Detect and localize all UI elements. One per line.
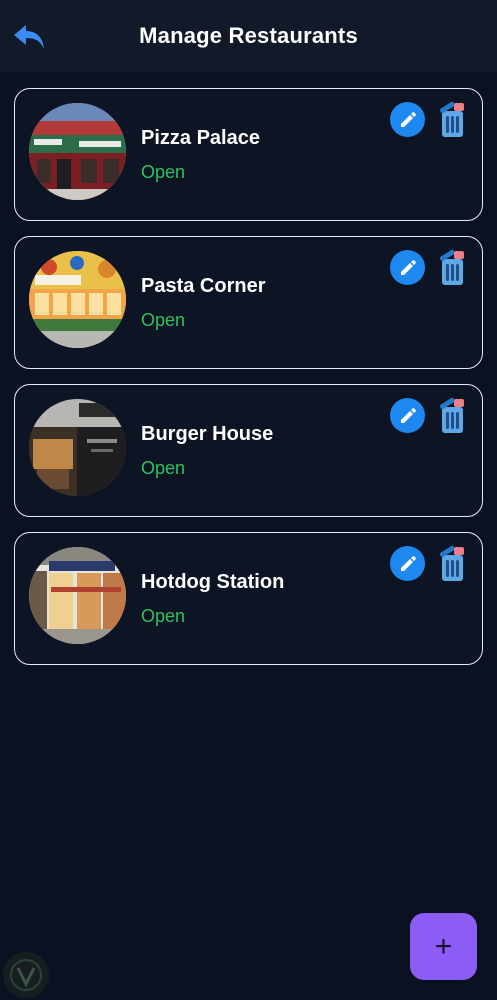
restaurant-card[interactable]: Pizza Palace Open xyxy=(14,88,483,221)
undo-arrow-icon xyxy=(14,25,44,49)
plus-icon: + xyxy=(434,929,453,963)
restaurant-card[interactable]: Pasta Corner Open xyxy=(14,236,483,369)
pencil-icon xyxy=(400,407,416,423)
restaurant-image xyxy=(29,547,126,644)
restaurant-name: Pasta Corner xyxy=(141,275,266,297)
delete-button[interactable] xyxy=(436,395,468,435)
restaurant-image xyxy=(29,251,126,348)
edit-button[interactable] xyxy=(390,546,425,581)
trash-icon xyxy=(439,545,464,581)
restaurant-name: Burger House xyxy=(141,423,274,445)
restaurant-name: Hotdog Station xyxy=(141,571,285,593)
add-restaurant-button[interactable]: + xyxy=(410,913,477,980)
pencil-icon xyxy=(400,111,416,127)
edit-button[interactable] xyxy=(390,102,425,137)
page-title: Manage Restaurants xyxy=(139,23,358,48)
edit-button[interactable] xyxy=(390,250,425,285)
restaurant-list: Pizza Palace Open Pasta Corner Open Burg… xyxy=(14,88,483,680)
app-header: Manage Restaurants xyxy=(0,0,497,72)
delete-button[interactable] xyxy=(436,247,468,287)
restaurant-card[interactable]: Hotdog Station Open xyxy=(14,532,483,665)
trash-icon xyxy=(439,397,464,433)
status-label: Open xyxy=(141,606,186,626)
app-screen: Manage Restaurants Pizza Palace Open Pas… xyxy=(0,0,497,1000)
delete-button[interactable] xyxy=(436,543,468,583)
restaurant-image xyxy=(29,103,126,200)
edit-button[interactable] xyxy=(390,398,425,433)
back-button[interactable] xyxy=(12,22,48,54)
pencil-icon xyxy=(400,555,416,571)
status-label: Open xyxy=(141,310,186,330)
delete-button[interactable] xyxy=(436,99,468,139)
restaurant-name: Pizza Palace xyxy=(141,127,260,149)
pencil-icon xyxy=(400,259,416,275)
trash-icon xyxy=(439,101,464,137)
restaurant-card[interactable]: Burger House Open xyxy=(14,384,483,517)
status-label: Open xyxy=(141,458,186,478)
restaurant-image xyxy=(29,399,126,496)
watermark-logo xyxy=(3,952,49,998)
status-label: Open xyxy=(141,162,186,182)
trash-icon xyxy=(439,249,464,285)
